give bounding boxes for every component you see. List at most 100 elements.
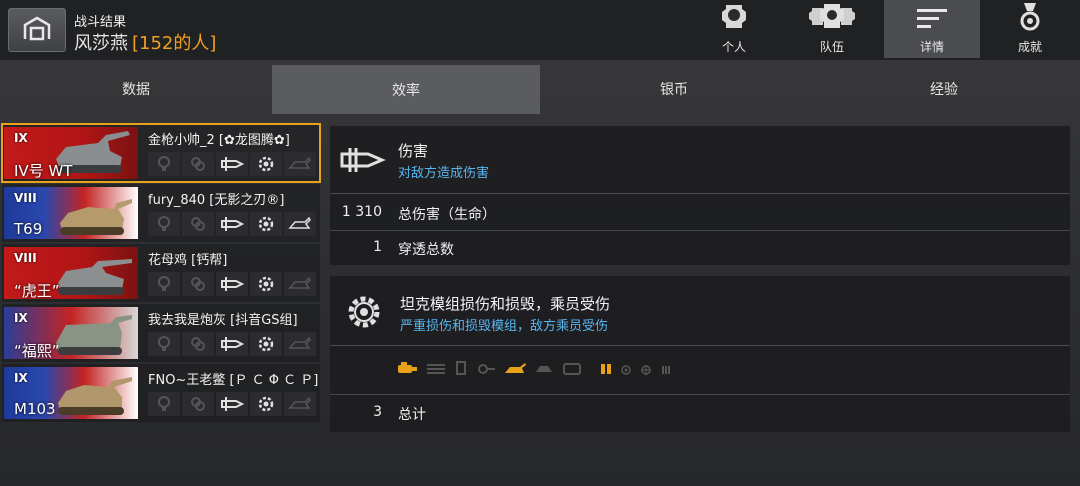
- module-gear-icon: [250, 272, 282, 296]
- module-gear-icon: [250, 152, 282, 176]
- kill-icon: [284, 152, 316, 176]
- nation-flag: IX M103: [4, 367, 138, 419]
- module-icons-row: [396, 360, 672, 380]
- stat-value: 1 310: [341, 204, 382, 220]
- spotting-icon: [148, 392, 180, 416]
- kill-icon: [284, 212, 316, 236]
- kill-icon: [284, 332, 316, 356]
- assist-icon: [182, 212, 214, 236]
- crew-commander-icon: [600, 361, 612, 380]
- player-clan: [152的人]: [132, 33, 217, 54]
- nation-flag: VIII T69: [4, 187, 138, 239]
- module-panel-title: 坦克模组损伤和损毁，乘员受伤: [400, 295, 611, 313]
- assist-icon: [182, 272, 214, 296]
- crew-loader-icon: [660, 361, 672, 380]
- nation-flag: VIII “虎王”: [4, 247, 138, 299]
- shell-damage-icon: [216, 392, 248, 416]
- hangar-button[interactable]: [8, 8, 66, 52]
- kill-icon: [284, 272, 316, 296]
- shell-damage-icon: [216, 212, 248, 236]
- tracks-icon: [426, 361, 446, 380]
- spotting-icon: [148, 332, 180, 356]
- tank-name: IV号 WT: [14, 162, 73, 179]
- stat-label: 穿透总数: [398, 242, 454, 258]
- tank-name: T69: [14, 220, 43, 238]
- turret-icon: [534, 361, 554, 380]
- player-name-line: 风莎燕 [152的人]: [74, 29, 216, 55]
- player-name: 风莎燕: [74, 33, 128, 54]
- damage-panel-header: 伤害 对敌方造成伤害: [330, 126, 1070, 194]
- kill-icon: [284, 392, 316, 416]
- achievement-icons: [148, 392, 318, 416]
- tab-details[interactable]: 详情: [884, 0, 980, 58]
- tab-personal[interactable]: 个人: [686, 0, 782, 58]
- screen-title: 战斗结果: [74, 15, 127, 30]
- tank-image: [60, 199, 132, 235]
- player-icon: [717, 0, 751, 36]
- player-name: 金枪小帅_2 [✿龙图腾✿]: [148, 133, 290, 148]
- achievement-icons: [148, 272, 318, 296]
- damage-panel: 伤害 对敌方造成伤害 1 310 总伤害（生命） 1 穿透总数: [330, 126, 1070, 265]
- tank-tier: VIII: [14, 251, 37, 265]
- tab-personal-label: 个人: [721, 40, 746, 54]
- engine-icon: [396, 361, 418, 380]
- assist-icon: [182, 332, 214, 356]
- shell-damage-icon: [216, 272, 248, 296]
- tab-achievements-label: 成就: [1017, 40, 1042, 54]
- module-gear-icon: [250, 212, 282, 236]
- sub-tabs: 数据 效率 银币 经验: [0, 62, 1080, 116]
- tank-tier: IX: [14, 311, 28, 325]
- module-damage-panel: 坦克模组损伤和损毁，乘员受伤 严重损伤和损毁模组，敌方乘员受伤 3 总计: [330, 276, 1070, 432]
- player-row[interactable]: VIII “虎王” 花母鸡 [钙帮]: [2, 244, 320, 302]
- shell-damage-icon: [338, 140, 386, 184]
- nation-flag: IX “福熙”: [4, 307, 138, 359]
- spotting-icon: [148, 152, 180, 176]
- medal-icon: [1017, 1, 1043, 36]
- assist-icon: [182, 152, 214, 176]
- tab-team-label: 队伍: [819, 40, 844, 54]
- spotting-icon: [148, 272, 180, 296]
- damage-panel-subtitle: 对敌方造成伤害: [398, 166, 490, 181]
- subtab-efficiency[interactable]: 效率: [272, 65, 540, 114]
- achievement-icons: [148, 152, 318, 176]
- tank-name: “福熙”: [14, 342, 60, 359]
- tank-name: M103: [14, 400, 56, 418]
- tab-team[interactable]: 队伍: [784, 0, 880, 58]
- top-bar: 战斗结果 风莎燕 [152的人] 个人 队伍 详情 成就: [0, 0, 1080, 60]
- stat-row-total-damage: 1 310 总伤害（生命）: [330, 196, 1070, 230]
- tank-name: “虎王”: [14, 282, 60, 299]
- damage-panel-title: 伤害: [398, 142, 429, 160]
- player-name: 我去我是炮灰 [抖音GS组]: [148, 313, 298, 328]
- stat-label: 总伤害（生命）: [398, 207, 496, 223]
- achievement-icons: [148, 212, 318, 236]
- stat-value: 3: [373, 404, 382, 420]
- row-divider: [330, 394, 1070, 395]
- player-row[interactable]: IX “福熙” 我去我是炮灰 [抖音GS组]: [2, 304, 320, 362]
- tab-achievements[interactable]: 成就: [982, 0, 1078, 58]
- hangar-icon: [22, 15, 52, 45]
- details-icon: [915, 3, 949, 36]
- player-name: FNO~王老鳖 [Ｐ Ｃ Φ Ｃ Ｐ]: [148, 373, 319, 388]
- subtab-data[interactable]: 数据: [0, 62, 272, 116]
- subtab-credits[interactable]: 银币: [540, 62, 808, 116]
- gun-icon: [504, 361, 526, 380]
- tank-tier: IX: [14, 131, 28, 145]
- stat-label: 总计: [398, 407, 426, 423]
- crew-driver-icon: [640, 361, 652, 380]
- shell-damage-icon: [216, 332, 248, 356]
- optics-icon: [476, 361, 496, 380]
- module-panel-header: 坦克模组损伤和损毁，乘员受伤 严重损伤和损毁模组，敌方乘员受伤: [330, 276, 1070, 346]
- tab-details-label: 详情: [919, 40, 944, 54]
- module-gear-icon: [344, 292, 384, 336]
- subtab-experience[interactable]: 经验: [808, 62, 1080, 116]
- shell-damage-icon: [216, 152, 248, 176]
- module-panel-subtitle: 严重损伤和损毁模组，敌方乘员受伤: [400, 319, 609, 334]
- spotting-icon: [148, 212, 180, 236]
- stat-row-penetrations: 1 穿透总数: [330, 231, 1070, 265]
- crew-gunner-icon: [620, 361, 632, 380]
- player-row[interactable]: IX M103 FNO~王老鳖 [Ｐ Ｃ Φ Ｃ Ｐ]: [2, 364, 320, 422]
- player-row[interactable]: VIII T69 fury_840 [无影之刃®]: [2, 184, 320, 242]
- ammo-rack-icon: [454, 360, 468, 380]
- player-row[interactable]: IX IV号 WT 金枪小帅_2 [✿龙图腾✿]: [1, 123, 321, 183]
- module-gear-icon: [250, 332, 282, 356]
